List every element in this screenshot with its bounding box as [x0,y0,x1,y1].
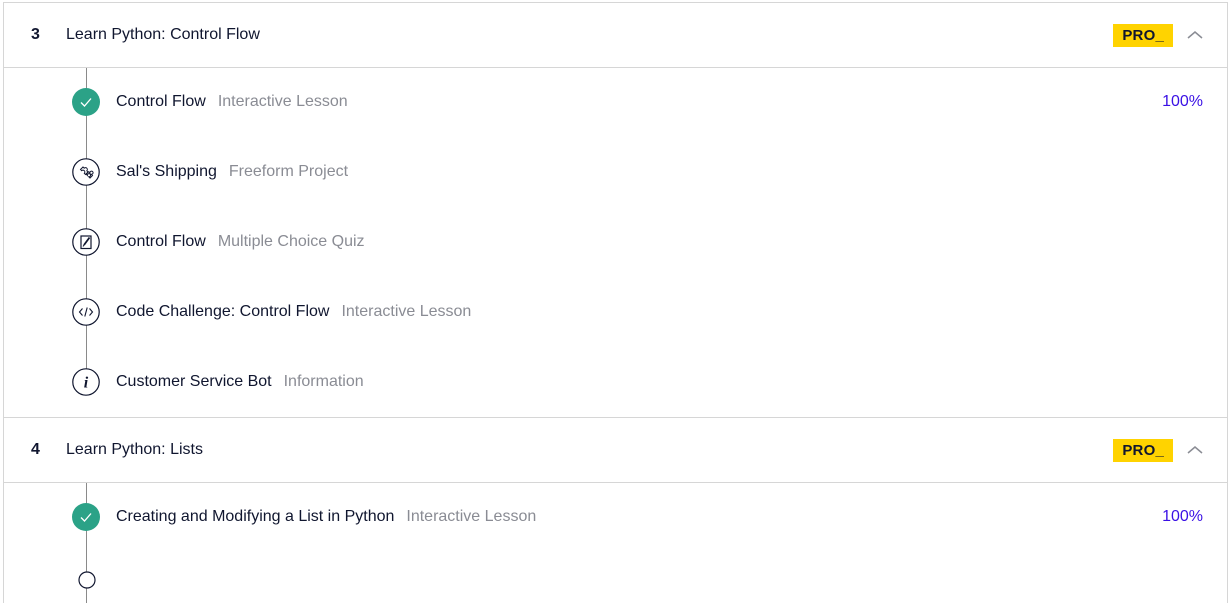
module-number: 4 [31,441,40,458]
item-name: Control Flow [116,93,206,110]
module-number: 3 [31,26,40,43]
item-text: Control Flow Interactive Lesson [116,93,348,111]
item-name: Control Flow [116,233,206,250]
item-type: Information [283,373,364,390]
module-title: Learn Python: Control Flow [66,26,260,43]
list-item[interactable]: Control Flow Interactive Lesson 100% [4,82,1227,122]
quiz-icon [72,228,100,256]
code-icon [72,298,100,326]
syllabus-panel: 3 Learn Python: Control Flow PRO_ Contro… [3,2,1228,603]
item-name: Sal's Shipping [116,163,217,180]
check-icon [72,503,100,531]
progress-percent: 100% [1162,508,1203,525]
svg-text:i: i [84,375,89,392]
item-name: Code Challenge: Control Flow [116,303,330,320]
module-title: Learn Python: Lists [66,441,203,458]
info-icon: i [72,368,100,396]
list-item[interactable]: Code Challenge: Control Flow Interactive … [4,292,1227,332]
item-text: Sal's Shipping Freeform Project [116,163,348,181]
item-text: Code Challenge: Control Flow Interactive … [116,303,471,321]
item-name: Creating and Modifying a List in Python [116,508,395,525]
puzzle-icon [72,158,100,186]
list-item[interactable]: Sal's Shipping Freeform Project [4,152,1227,192]
pro-badge: PRO_ [1113,24,1173,47]
item-text: Creating and Modifying a List in Python I… [116,508,536,526]
check-icon [72,88,100,116]
item-name: Customer Service Bot [116,373,272,390]
progress-percent: 100% [1162,93,1203,110]
item-type: Multiple Choice Quiz [217,233,365,250]
item-text: Control Flow Multiple Choice Quiz [116,233,365,251]
next-item-icon [78,571,96,589]
module-items-3: Control Flow Interactive Lesson 100% Sal'… [4,68,1227,417]
item-type: Interactive Lesson [217,93,348,110]
list-item[interactable]: i Customer Service Bot Information [4,362,1227,402]
item-type: Freeform Project [228,163,349,180]
chevron-up-icon[interactable] [1185,442,1205,458]
pro-badge: PRO_ [1113,439,1173,462]
chevron-up-icon[interactable] [1185,27,1205,43]
list-item[interactable]: Creating and Modifying a List in Python I… [4,497,1227,537]
module-header-4[interactable]: 4 Learn Python: Lists PRO_ [4,417,1227,483]
item-text: Customer Service Bot Information [116,373,364,391]
item-type: Interactive Lesson [341,303,472,320]
item-type: Interactive Lesson [406,508,537,525]
module-header-3[interactable]: 3 Learn Python: Control Flow PRO_ [4,3,1227,68]
module-items-4: Creating and Modifying a List in Python I… [4,483,1227,603]
list-item[interactable]: Control Flow Multiple Choice Quiz [4,222,1227,262]
